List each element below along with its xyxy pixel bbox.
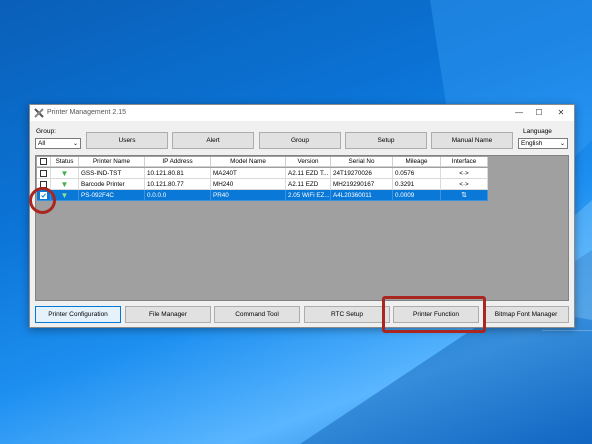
serial-cell: MH219290167: [331, 179, 393, 190]
network-interface-icon: <·>: [441, 168, 488, 179]
version-cell: 2.05 WiFi EZ...: [286, 190, 331, 201]
chevron-down-icon: ⌄: [72, 141, 78, 147]
group-select-value: All: [38, 140, 46, 147]
header-ip-address[interactable]: IP Address: [145, 157, 211, 167]
manual-name-button[interactable]: Manual Name: [431, 132, 513, 149]
printer-configuration-button[interactable]: Printer Configuration: [35, 306, 121, 323]
serial-cell: 24T19270026: [331, 168, 393, 179]
ip-cell: 10.121.80.77: [145, 179, 211, 190]
chevron-down-icon: ⌄: [559, 141, 565, 147]
rtc-setup-button[interactable]: RTC Setup: [304, 306, 390, 323]
header-checkbox-cell: [37, 157, 51, 167]
status-cell: ▼: [51, 179, 79, 190]
mileage-cell: 0.3291: [393, 179, 441, 190]
printer-name-cell: GSS-IND-TST: [79, 168, 145, 179]
printer-name-cell: Barcode Printer: [79, 179, 145, 190]
ip-cell: 0.0.0.0: [145, 190, 211, 201]
mileage-cell: 0.0576: [393, 168, 441, 179]
printer-function-highlight-box: [382, 296, 486, 333]
header-version[interactable]: Version: [286, 157, 331, 167]
usb-icon: ⇅: [461, 192, 467, 199]
minimize-button[interactable]: —: [510, 107, 528, 119]
model-cell: PR40: [211, 190, 286, 201]
maximize-button[interactable]: ☐: [530, 107, 548, 119]
printer-status-icon: ▼: [60, 191, 69, 200]
window-title: Printer Management 2.15: [47, 109, 126, 116]
header-mileage[interactable]: Mileage: [393, 157, 441, 167]
status-cell: ▼: [51, 168, 79, 179]
model-cell: MA240T: [211, 168, 286, 179]
group-button[interactable]: Group: [259, 132, 341, 149]
printer-name-cell: PS-092F4C: [79, 190, 145, 201]
serial-cell: A4L20360011: [331, 190, 393, 201]
header-status[interactable]: Status: [51, 157, 79, 167]
network-interface-icon: <·>: [441, 179, 488, 190]
group-label: Group:: [36, 128, 56, 135]
printer-table: Status Printer Name IP Address Model Nam…: [35, 155, 569, 301]
interface-cell: ⇅: [441, 190, 488, 201]
app-wrench-icon: [34, 108, 44, 118]
header-interface[interactable]: Interface: [441, 157, 488, 167]
setup-button[interactable]: Setup: [345, 132, 427, 149]
group-select[interactable]: All ⌄: [35, 138, 81, 149]
file-manager-button[interactable]: File Manager: [125, 306, 211, 323]
mileage-cell: 0.0009: [393, 190, 441, 201]
language-select[interactable]: English ⌄: [518, 138, 568, 149]
title-bar: Printer Management 2.15 — ☐ ✕: [30, 105, 574, 121]
users-button[interactable]: Users: [86, 132, 168, 149]
printer-management-window: Printer Management 2.15 — ☐ ✕ Group: All…: [29, 104, 575, 328]
printer-status-icon: ▼: [60, 180, 69, 189]
bitmap-font-manager-button[interactable]: Bitmap Font Manager: [483, 306, 569, 323]
header-model-name[interactable]: Model Name: [211, 157, 286, 167]
language-label: Language: [523, 128, 552, 135]
header-printer-name[interactable]: Printer Name: [79, 157, 145, 167]
version-cell: A2.11 EZD T...: [286, 168, 331, 179]
ip-cell: 10.121.80.81: [145, 168, 211, 179]
version-cell: A2.11 EZD: [286, 179, 331, 190]
select-all-checkbox[interactable]: [40, 158, 47, 165]
desktop-line: [542, 330, 592, 331]
command-tool-button[interactable]: Command Tool: [214, 306, 300, 323]
row-checkbox-cell: [37, 168, 51, 179]
row-checkbox[interactable]: [40, 170, 47, 177]
printer-status-icon: ▼: [60, 169, 69, 178]
alert-button[interactable]: Alert: [172, 132, 254, 149]
language-select-value: English: [521, 140, 543, 147]
model-cell: MH240: [211, 179, 286, 190]
header-serial-no[interactable]: Serial No: [331, 157, 393, 167]
close-button[interactable]: ✕: [552, 107, 570, 119]
checkbox-highlight-circle: [29, 187, 56, 214]
